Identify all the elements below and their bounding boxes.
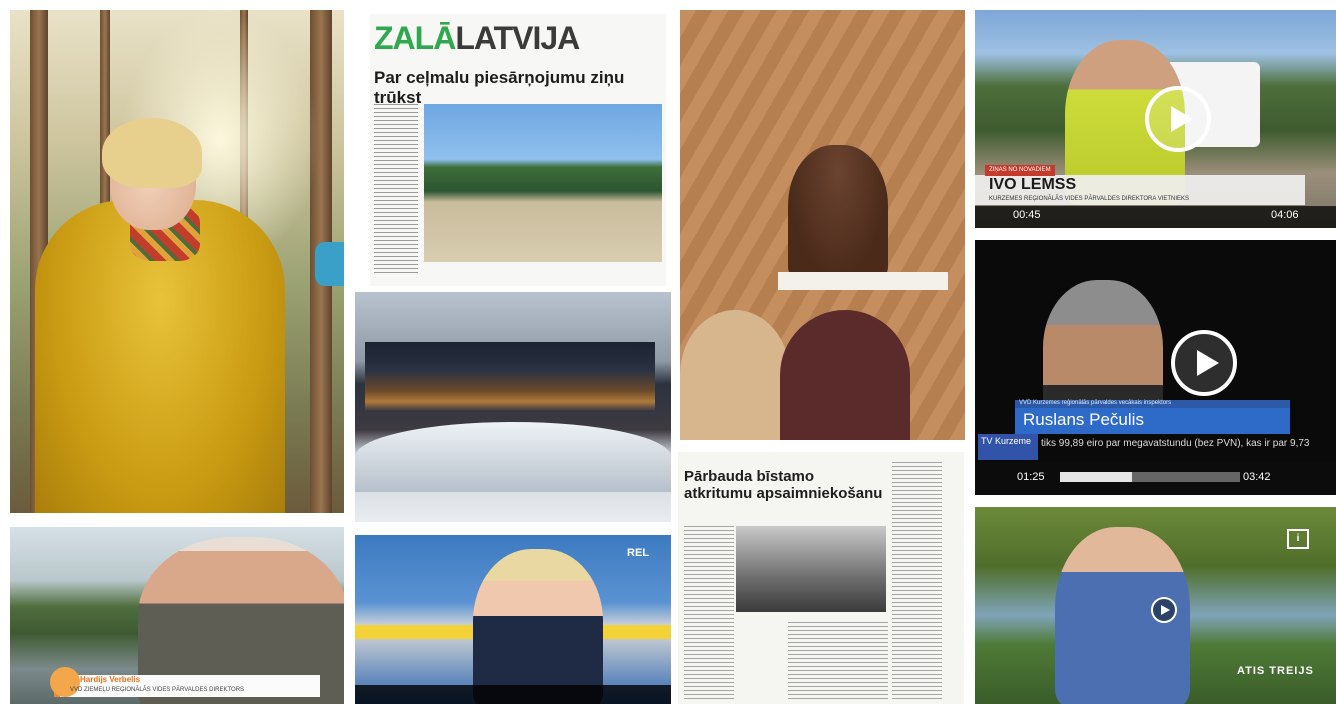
microphone-icon <box>315 242 344 286</box>
newspaper-masthead: ZALĀLATVIJA <box>374 20 580 56</box>
newspaper-headline: Par ceļmalu piesārņojumu ziņu trūkst <box>374 68 625 107</box>
speaker-name: Ruslans Pečulis <box>1023 410 1144 429</box>
photo-hardijs-verbelis: Hardijs Verbelis VVD ZIEMEĻU REĢIONĀLĀS … <box>10 527 344 704</box>
newspaper-photo <box>424 104 662 262</box>
info-icon[interactable]: i <box>1287 529 1309 549</box>
photo-tv-studio <box>355 292 671 522</box>
speaker-title: VVD ZIEMEĻU REĢIONĀLĀS VIDES PĀRVALDES D… <box>70 687 245 693</box>
speaker-title: VVD Kurzemes reģionālās pārvaldes vecāka… <box>1019 400 1172 406</box>
article-photo <box>736 526 886 612</box>
video-tv-interview[interactable]: REL <box>355 535 671 704</box>
speaker-name: Hardijs Verbelis <box>80 675 141 684</box>
photo-woman-podium <box>680 10 965 440</box>
speaker-title: KURZEMES REĢIONĀLĀS VIDES PĀRVALDES DIRE… <box>989 196 1190 202</box>
play-icon[interactable] <box>1151 597 1177 623</box>
video-atis-treijs[interactable]: i ATIS TREIJS <box>975 507 1336 704</box>
article-clipping: Pārbauda bīstamo atkritumu apsaimniekoša… <box>678 452 964 704</box>
channel-logo: TV Kurzeme <box>978 434 1038 460</box>
speaker-name: ATIS TREIJS <box>1237 665 1314 677</box>
current-time: 01:25 <box>1017 471 1045 483</box>
news-tag: ZIŅAS NO NOVADIEM <box>985 165 1055 176</box>
progress-bar[interactable] <box>1060 472 1240 482</box>
current-time: 00:45 <box>1013 209 1041 221</box>
total-time: 03:42 <box>1243 471 1271 483</box>
speaker-name: IVO LEMSS <box>989 176 1077 193</box>
newspaper-front-page: ZALĀLATVIJA Par ceļmalu piesārņojumu ziņ… <box>370 14 666 286</box>
play-icon[interactable] <box>1171 330 1237 396</box>
news-ticker: tiks 99,89 eiro par megavatstundu (bez P… <box>1041 438 1310 449</box>
play-icon[interactable] <box>1145 86 1211 152</box>
photo-woman-forest <box>10 10 344 513</box>
article-headline: Pārbauda bīstamo atkritumu apsaimniekoša… <box>684 468 883 502</box>
video-controls[interactable] <box>355 685 671 704</box>
channel-logo: REL <box>627 547 649 559</box>
total-time: 04:06 <box>1271 209 1299 221</box>
video-ruslans-peculis[interactable]: VVD Kurzemes reģionālās pārvaldes vecāka… <box>975 240 1336 495</box>
video-ivo-lemss[interactable]: ZIŅAS NO NOVADIEM IVO LEMSS KURZEMES REĢ… <box>975 10 1336 228</box>
